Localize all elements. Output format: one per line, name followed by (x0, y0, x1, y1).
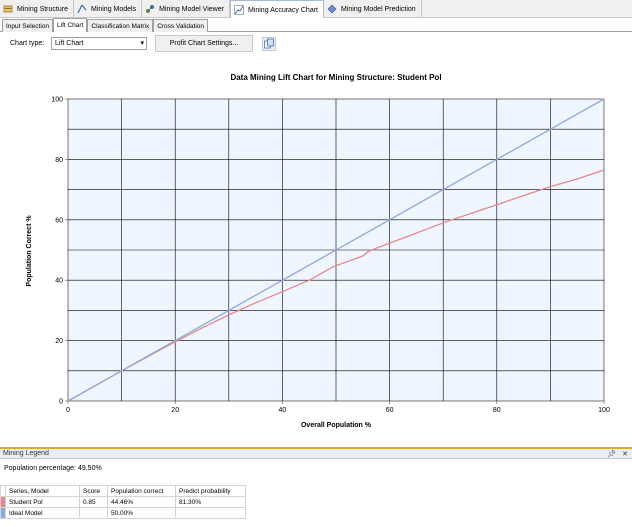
chart-type-dropdown[interactable]: Lift Chart ▾ (51, 37, 147, 50)
series-predict-probability: 81.30% (175, 496, 246, 508)
subtab-label: Input Selection (6, 22, 50, 30)
chevron-down-icon: ▾ (140, 40, 144, 47)
model-prediction-icon (327, 4, 337, 14)
designer-tabs: Mining Structure Mining Models Mining Mo… (0, 0, 632, 19)
series-predict-probability (175, 507, 246, 519)
mining-legend-header: Mining Legend 📌︎ ✕ (0, 449, 632, 459)
tab-mining-model-viewer[interactable]: Mining Model Viewer (142, 0, 230, 18)
copy-icon (264, 38, 274, 49)
tab-mining-accuracy-chart[interactable]: Mining Accuracy Chart (229, 0, 324, 19)
subtab-lift-chart[interactable]: Lift Chart (53, 18, 88, 32)
x-tick-label: 60 (386, 407, 394, 414)
legend-panel-title: Mining Legend (3, 450, 49, 457)
series-name: Student Pol (5, 496, 80, 508)
tab-label: Mining Accuracy Chart (247, 6, 318, 14)
chart-type-label: Chart type: (10, 40, 45, 47)
x-tick-label: 100 (598, 407, 610, 414)
series-name: Ideal Model (5, 507, 80, 519)
model-viewer-icon (146, 5, 155, 13)
tab-label: Mining Models (90, 5, 137, 13)
x-tick-label: 80 (493, 407, 501, 414)
tab-label: Mining Model Viewer (159, 5, 224, 13)
column-header: Score (79, 485, 108, 497)
series-population-correct: 44.46% (107, 496, 176, 508)
chart-toolbar: Chart type: Lift Chart ▾ Profit Chart Se… (0, 33, 632, 55)
subtab-cross-validation[interactable]: Cross Validation (153, 19, 209, 32)
population-percentage: Population percentage: 49.50% (4, 465, 102, 472)
series-population-correct: 50.00% (107, 507, 176, 519)
y-tick-label: 60 (55, 217, 63, 224)
legend-header-row: Series, Model Score Population correct P… (0, 485, 246, 497)
x-axis-label: Overall Population % (301, 422, 372, 429)
subtab-classification-matrix[interactable]: Classification Matrix (87, 19, 154, 32)
tab-mining-model-prediction[interactable]: Mining Model Prediction (324, 0, 422, 18)
close-icon[interactable]: ✕ (622, 450, 628, 458)
legend-table: Series, Model Score Population correct P… (0, 485, 246, 519)
x-tick-label: 40 (279, 407, 287, 414)
tab-label: Mining Model Prediction (341, 5, 416, 13)
table-row[interactable]: Student Pol 0.85 44.46% 81.30% (0, 496, 246, 508)
column-header: Population correct (107, 485, 176, 497)
mining-models-icon (77, 4, 87, 14)
lift-chart: Data Mining Lift Chart for Mining Struct… (0, 58, 632, 448)
y-axis-label: Population Correct % (26, 215, 33, 287)
y-tick-label: 0 (59, 399, 63, 406)
series-score (79, 507, 108, 519)
subtab-input-selection[interactable]: Input Selection (2, 19, 54, 32)
chart-title: Data Mining Lift Chart for Mining Struct… (230, 73, 441, 82)
accuracy-subtabs: Input Selection Lift Chart Classificatio… (0, 18, 632, 32)
series-score: 0.85 (79, 496, 108, 508)
table-row[interactable]: Ideal Model 50.00% (0, 507, 246, 519)
column-header: Predict probability (175, 485, 246, 497)
tab-mining-structure[interactable]: Mining Structure (0, 0, 74, 18)
subtab-label: Lift Chart (57, 22, 84, 29)
y-tick-label: 20 (55, 338, 63, 345)
mining-structure-icon (3, 5, 13, 13)
tab-label: Mining Structure (17, 5, 68, 13)
accuracy-chart-icon (234, 5, 244, 15)
x-tick-label: 0 (66, 407, 70, 414)
subtab-label: Cross Validation (157, 22, 205, 30)
y-tick-label: 100 (51, 97, 63, 104)
y-tick-label: 40 (55, 278, 63, 285)
subtab-label: Classification Matrix (91, 22, 150, 30)
x-tick-label: 20 (171, 407, 179, 414)
y-tick-label: 80 (55, 157, 63, 164)
tab-mining-models[interactable]: Mining Models (74, 0, 143, 18)
profit-chart-settings-button[interactable]: Profit Chart Settings... (155, 35, 253, 52)
chart-type-value: Lift Chart (55, 40, 84, 47)
copy-chart-button[interactable] (262, 37, 276, 51)
pin-icon[interactable]: 📌︎ (607, 450, 616, 458)
lift-chart-svg: Data Mining Lift Chart for Mining Struct… (26, 73, 610, 429)
column-header: Series, Model (5, 485, 80, 497)
